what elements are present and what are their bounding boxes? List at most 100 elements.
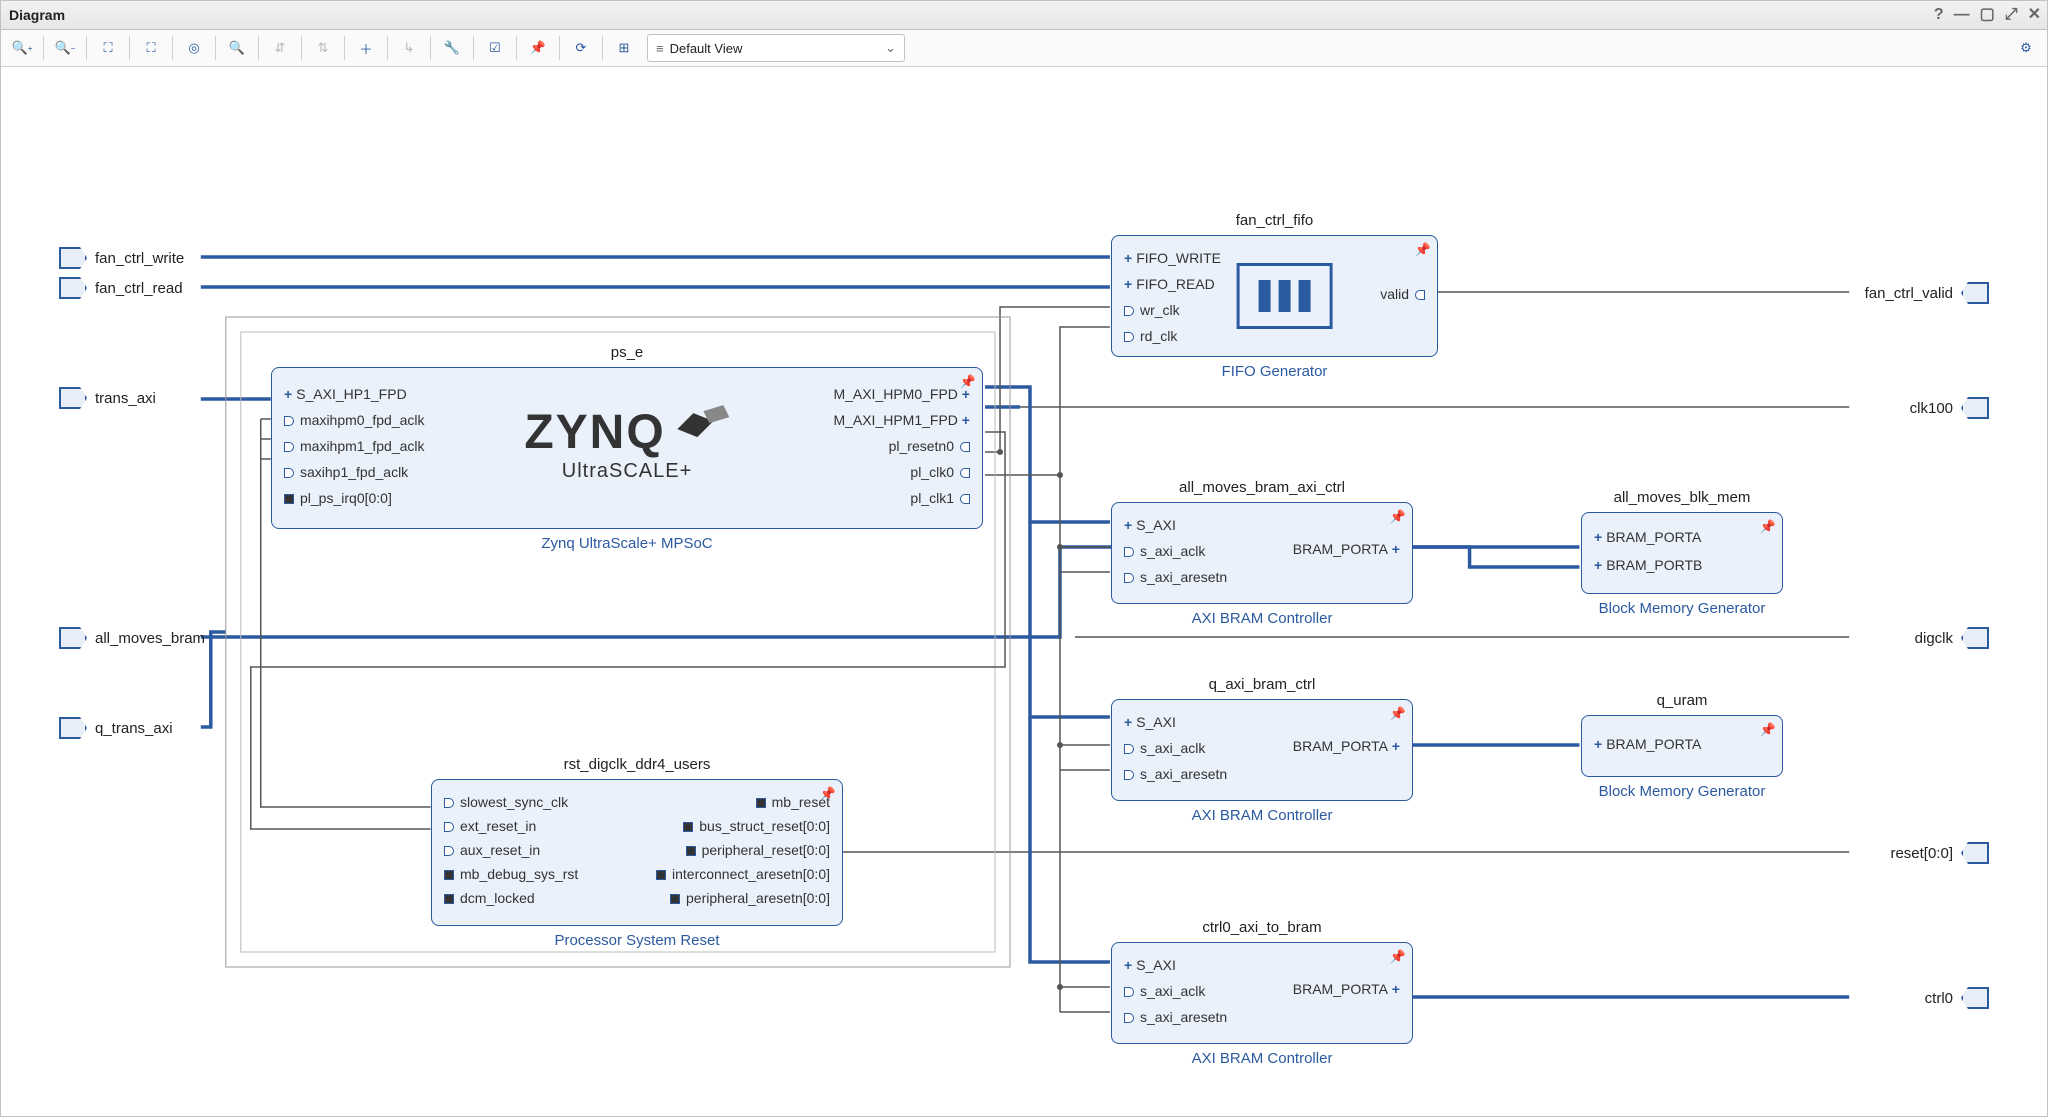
minimize-icon[interactable]: —	[1954, 1, 1970, 29]
port-pl_clk1[interactable]: pl_clk1	[910, 490, 970, 506]
block-all-moves-bram-axi-ctrl[interactable]: all_moves_bram_axi_ctrl AXI BRAM Control…	[1111, 502, 1413, 604]
port-s_axi_aresetn[interactable]: s_axi_aresetn	[1124, 1009, 1227, 1025]
port-rd_clk[interactable]: rd_clk	[1124, 328, 1177, 344]
expand-v-icon[interactable]: ⇅	[310, 35, 336, 61]
external-port-q_trans_axi[interactable]: q_trans_axi	[51, 717, 173, 739]
external-port-fan_ctrl_valid[interactable]: fan_ctrl_valid	[1865, 282, 1997, 304]
block-ps-e[interactable]: ps_e Zynq UltraScale+ MPSoC 📌 ZYNQ Ultra…	[271, 367, 983, 529]
validate-icon[interactable]: ☑	[482, 35, 508, 61]
port-label: fan_ctrl_write	[95, 250, 184, 267]
port-aux_reset_in[interactable]: aux_reset_in	[444, 842, 540, 858]
port-s_axi_aresetn[interactable]: s_axi_aresetn	[1124, 569, 1227, 585]
fit-window-icon[interactable]: ⛶	[95, 35, 121, 61]
port-interconnect_aresetn[0:0][interactable]: interconnect_aresetn[0:0]	[656, 866, 830, 882]
port-pl_resetn0[interactable]: pl_resetn0	[889, 438, 970, 454]
port-s_axi_aclk[interactable]: s_axi_aclk	[1124, 983, 1205, 999]
port-maxihpm1_fpd_aclk[interactable]: maxihpm1_fpd_aclk	[284, 438, 425, 454]
fit-selection-icon[interactable]: ⛶	[138, 35, 164, 61]
port-s_axi_aresetn[interactable]: s_axi_aresetn	[1124, 766, 1227, 782]
port-dcm_locked[interactable]: dcm_locked	[444, 890, 535, 906]
port-saxihp1_fpd_aclk[interactable]: saxihp1_fpd_aclk	[284, 464, 408, 480]
block-subtitle: Zynq UltraScale+ MPSoC	[272, 535, 982, 552]
external-port-fan_ctrl_write[interactable]: fan_ctrl_write	[51, 247, 184, 269]
port-M_AXI_HPM0_FPD[interactable]: M_AXI_HPM0_FPD	[833, 386, 970, 402]
port-shape-icon	[59, 247, 87, 269]
port-label: all_moves_bram	[95, 630, 205, 647]
settings-gear-icon[interactable]: ⚙	[2013, 35, 2039, 61]
block-fan-ctrl-fifo[interactable]: fan_ctrl_fifo FIFO Generator 📌 FIFO_WRIT…	[1111, 235, 1438, 357]
port-pl_ps_irq0[0:0][interactable]: pl_ps_irq0[0:0]	[284, 490, 392, 506]
port-M_AXI_HPM1_FPD[interactable]: M_AXI_HPM1_FPD	[833, 412, 970, 428]
port-wr_clk[interactable]: wr_clk	[1124, 302, 1180, 318]
block-diagram-canvas[interactable]: ps_e Zynq UltraScale+ MPSoC 📌 ZYNQ Ultra…	[1, 67, 2047, 1117]
add-icon[interactable]: ＋	[353, 35, 379, 61]
collapse-v-icon[interactable]: ⇵	[267, 35, 293, 61]
port-S_AXI[interactable]: S_AXI	[1124, 517, 1176, 533]
pin-icon: 📌	[1390, 509, 1406, 525]
external-port-digclk[interactable]: digclk	[1915, 627, 1997, 649]
external-port-ctrl0[interactable]: ctrl0	[1925, 987, 1997, 1009]
block-title: all_moves_bram_axi_ctrl	[1112, 479, 1412, 496]
port-label: ctrl0	[1925, 990, 1953, 1007]
wrench-icon[interactable]: 🔧	[439, 35, 465, 61]
port-mb_reset[interactable]: mb_reset	[756, 794, 830, 810]
external-port-reset[0:0][interactable]: reset[0:0]	[1890, 842, 1997, 864]
port-FIFO_READ[interactable]: FIFO_READ	[1124, 276, 1215, 292]
ultrascale-logo-text: UltraSCALE+	[524, 460, 729, 483]
block-q-axi-bram-ctrl[interactable]: q_axi_bram_ctrl AXI BRAM Controller 📌 S_…	[1111, 699, 1413, 801]
port-s_axi_aclk[interactable]: s_axi_aclk	[1124, 740, 1205, 756]
block-title: rst_digclk_ddr4_users	[432, 756, 842, 773]
external-port-trans_axi[interactable]: trans_axi	[51, 387, 156, 409]
block-rst-digclk[interactable]: rst_digclk_ddr4_users Processor System R…	[431, 779, 843, 926]
port-valid[interactable]: valid	[1380, 286, 1425, 302]
port-BRAM_PORTA[interactable]: BRAM_PORTA	[1293, 981, 1400, 997]
external-port-clk100[interactable]: clk100	[1910, 397, 1997, 419]
port-label: q_trans_axi	[95, 720, 173, 737]
port-BRAM_PORTA[interactable]: BRAM_PORTA	[1594, 736, 1701, 752]
block-all-moves-blk-mem[interactable]: all_moves_blk_mem Block Memory Generator…	[1581, 512, 1783, 594]
restore-icon[interactable]: ▢	[1980, 1, 1995, 29]
port-s_axi_aclk[interactable]: s_axi_aclk	[1124, 543, 1205, 559]
search-icon[interactable]: 🔍	[224, 35, 250, 61]
port-ext_reset_in[interactable]: ext_reset_in	[444, 818, 536, 834]
external-port-all_moves_bram[interactable]: all_moves_bram	[51, 627, 205, 649]
port-FIFO_WRITE[interactable]: FIFO_WRITE	[1124, 250, 1221, 266]
toolbar: 🔍+ 🔍− ⛶ ⛶ ◎ 🔍 ⇵ ⇅ ＋ ↳ 🔧 ☑ 📌 ⟳ ⊞ ≡ Defaul…	[1, 30, 2047, 67]
port-S_AXI_HP1_FPD[interactable]: S_AXI_HP1_FPD	[284, 386, 407, 402]
port-BRAM_PORTA[interactable]: BRAM_PORTA	[1293, 738, 1400, 754]
view-selector-label: Default View	[670, 41, 743, 56]
route-icon[interactable]: ↳	[396, 35, 422, 61]
pin-icon[interactable]: 📌	[525, 35, 551, 61]
block-ctrl0-axi-to-bram[interactable]: ctrl0_axi_to_bram AXI BRAM Controller 📌 …	[1111, 942, 1413, 1044]
close-icon[interactable]: ✕	[2028, 1, 2041, 29]
port-peripheral_aresetn[0:0][interactable]: peripheral_aresetn[0:0]	[670, 890, 830, 906]
zoom-in-icon[interactable]: 🔍+	[9, 35, 35, 61]
block-q-uram[interactable]: q_uram Block Memory Generator 📌 BRAM_POR…	[1581, 715, 1783, 777]
block-title: q_axi_bram_ctrl	[1112, 676, 1412, 693]
block-title: fan_ctrl_fifo	[1112, 212, 1437, 229]
port-shape-icon	[1961, 842, 1989, 864]
help-icon[interactable]: ?	[1934, 1, 1944, 29]
zynq-logo-text: ZYNQ	[524, 405, 665, 460]
port-peripheral_reset[0:0][interactable]: peripheral_reset[0:0]	[686, 842, 830, 858]
port-slowest_sync_clk[interactable]: slowest_sync_clk	[444, 794, 568, 810]
view-selector[interactable]: ≡ Default View ⌄	[647, 34, 905, 62]
layout-icon[interactable]: ⊞	[611, 35, 637, 61]
port-S_AXI[interactable]: S_AXI	[1124, 714, 1176, 730]
refresh-icon[interactable]: ⟳	[568, 35, 594, 61]
port-bus_struct_reset[0:0][interactable]: bus_struct_reset[0:0]	[683, 818, 830, 834]
port-pl_clk0[interactable]: pl_clk0	[910, 464, 970, 480]
hamburger-icon: ≡	[656, 41, 664, 56]
port-maxihpm0_fpd_aclk[interactable]: maxihpm0_fpd_aclk	[284, 412, 425, 428]
target-icon[interactable]: ◎	[181, 35, 207, 61]
port-BRAM_PORTA[interactable]: BRAM_PORTA	[1594, 529, 1701, 545]
port-S_AXI[interactable]: S_AXI	[1124, 957, 1176, 973]
port-BRAM_PORTA[interactable]: BRAM_PORTA	[1293, 541, 1400, 557]
maximize-icon[interactable]: ⤢	[2005, 1, 2018, 29]
external-port-fan_ctrl_read[interactable]: fan_ctrl_read	[51, 277, 183, 299]
port-BRAM_PORTB[interactable]: BRAM_PORTB	[1594, 557, 1702, 573]
titlebar: Diagram ? — ▢ ⤢ ✕	[1, 1, 2047, 30]
zoom-out-icon[interactable]: 🔍−	[52, 35, 78, 61]
block-subtitle: Block Memory Generator	[1582, 783, 1782, 800]
port-mb_debug_sys_rst[interactable]: mb_debug_sys_rst	[444, 866, 578, 882]
